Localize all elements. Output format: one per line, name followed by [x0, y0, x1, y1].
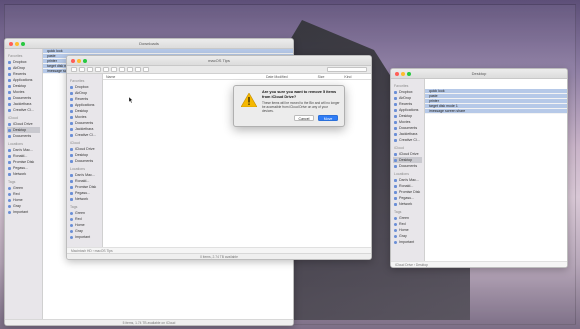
icloud-heading: iCloud	[8, 116, 18, 120]
favorites-heading: Favorites	[8, 54, 23, 58]
remove-confirm-dialog: Are you sure you want to remove 5 items …	[233, 85, 345, 127]
sidebar-item[interactable]: Documents	[69, 158, 100, 164]
favorites-heading: Favorites	[394, 84, 409, 88]
zoom-button[interactable]	[83, 59, 87, 63]
locations-heading: Locations	[394, 172, 409, 176]
tag-important[interactable]: Important	[69, 234, 100, 240]
mouse-pointer-icon	[129, 97, 133, 103]
sidebar-item[interactable]: Network	[69, 196, 100, 202]
search-field[interactable]	[327, 67, 367, 72]
share-button[interactable]	[135, 67, 141, 72]
zoom-button[interactable]	[21, 42, 25, 46]
dialog-buttons: Cancel Move	[294, 115, 338, 121]
column-size[interactable]: Size	[318, 75, 325, 79]
toolbar	[67, 66, 371, 74]
traffic-lights	[9, 42, 25, 46]
file-row[interactable]: imessage screen share	[425, 109, 567, 114]
column-date[interactable]: Date Modified	[266, 75, 288, 79]
window-title: macOS Tips	[208, 58, 230, 63]
tags-heading: Tags	[394, 210, 402, 214]
sidebar-item[interactable]: Creative Cl...	[7, 107, 40, 113]
sidebar-item[interactable]: Creative Cl...	[393, 137, 422, 143]
sidebar: Favorites Dropbox AirDrop Recents Applic…	[67, 74, 103, 249]
warning-icon	[241, 93, 257, 107]
close-button[interactable]	[395, 72, 399, 76]
status-bar: 5 items, 1.74 TB available on iCloud	[5, 319, 293, 325]
window-title: Desktop	[471, 71, 487, 76]
back-button[interactable]	[71, 67, 77, 72]
sidebar-item[interactable]: Documents	[7, 133, 40, 139]
column-name[interactable]: Name	[106, 75, 266, 79]
minimize-button[interactable]	[77, 59, 81, 63]
locations-heading: Locations	[70, 167, 85, 171]
file-list: quick look paste printer target disk mod…	[425, 89, 567, 267]
dialog-title: Are you sure you want to remove 5 items …	[262, 90, 337, 99]
sidebar-item[interactable]: Documents	[393, 163, 422, 169]
sidebar-item[interactable]: Creative Cl...	[69, 132, 100, 138]
finder-window-right: Desktop Favorites Dropbox AirDrop Recent…	[390, 68, 568, 268]
icloud-heading: iCloud	[70, 141, 80, 145]
cancel-button[interactable]: Cancel	[294, 115, 314, 121]
minimize-button[interactable]	[15, 42, 19, 46]
titlebar[interactable]: macOS Tips	[67, 56, 371, 66]
view-mode-columns[interactable]	[103, 67, 109, 72]
forward-button[interactable]	[79, 67, 85, 72]
icloud-heading: iCloud	[394, 146, 404, 150]
sidebar-item[interactable]: Network	[393, 201, 422, 207]
status-bar: 0 items, 2.74 TB available	[67, 253, 371, 259]
close-button[interactable]	[71, 59, 75, 63]
tags-heading: Tags	[70, 205, 78, 209]
sidebar-item[interactable]: Network	[7, 171, 40, 177]
tags-heading: Tags	[8, 180, 16, 184]
move-button[interactable]: Move	[318, 115, 338, 121]
column-headers: Name Date Modified Size Kind	[103, 74, 371, 80]
sidebar: Favorites Dropbox AirDrop Recents Applic…	[5, 49, 43, 325]
locations-heading: Locations	[8, 142, 23, 146]
traffic-lights	[395, 72, 411, 76]
path-bar: iCloud Drive › Desktop	[391, 261, 567, 267]
window-title: Downloads	[139, 41, 159, 46]
tag-important[interactable]: Important	[393, 239, 422, 245]
view-mode-icons[interactable]	[87, 67, 93, 72]
traffic-lights	[71, 59, 87, 63]
dialog-message: These items will be moved to the Bin and…	[262, 101, 340, 113]
action-button[interactable]	[127, 67, 133, 72]
titlebar[interactable]: Desktop	[391, 69, 567, 79]
view-mode-list[interactable]	[95, 67, 101, 72]
close-button[interactable]	[9, 42, 13, 46]
favorites-heading: Favorites	[70, 79, 85, 83]
view-mode-gallery[interactable]	[111, 67, 117, 72]
sidebar: Favorites Dropbox AirDrop Recents Applic…	[391, 79, 425, 267]
tag-important[interactable]: Important	[7, 209, 40, 215]
minimize-button[interactable]	[401, 72, 405, 76]
tag-button[interactable]	[143, 67, 149, 72]
column-kind[interactable]: Kind	[344, 75, 351, 79]
group-button[interactable]	[119, 67, 125, 72]
zoom-button[interactable]	[407, 72, 411, 76]
titlebar[interactable]: Downloads	[5, 39, 293, 49]
